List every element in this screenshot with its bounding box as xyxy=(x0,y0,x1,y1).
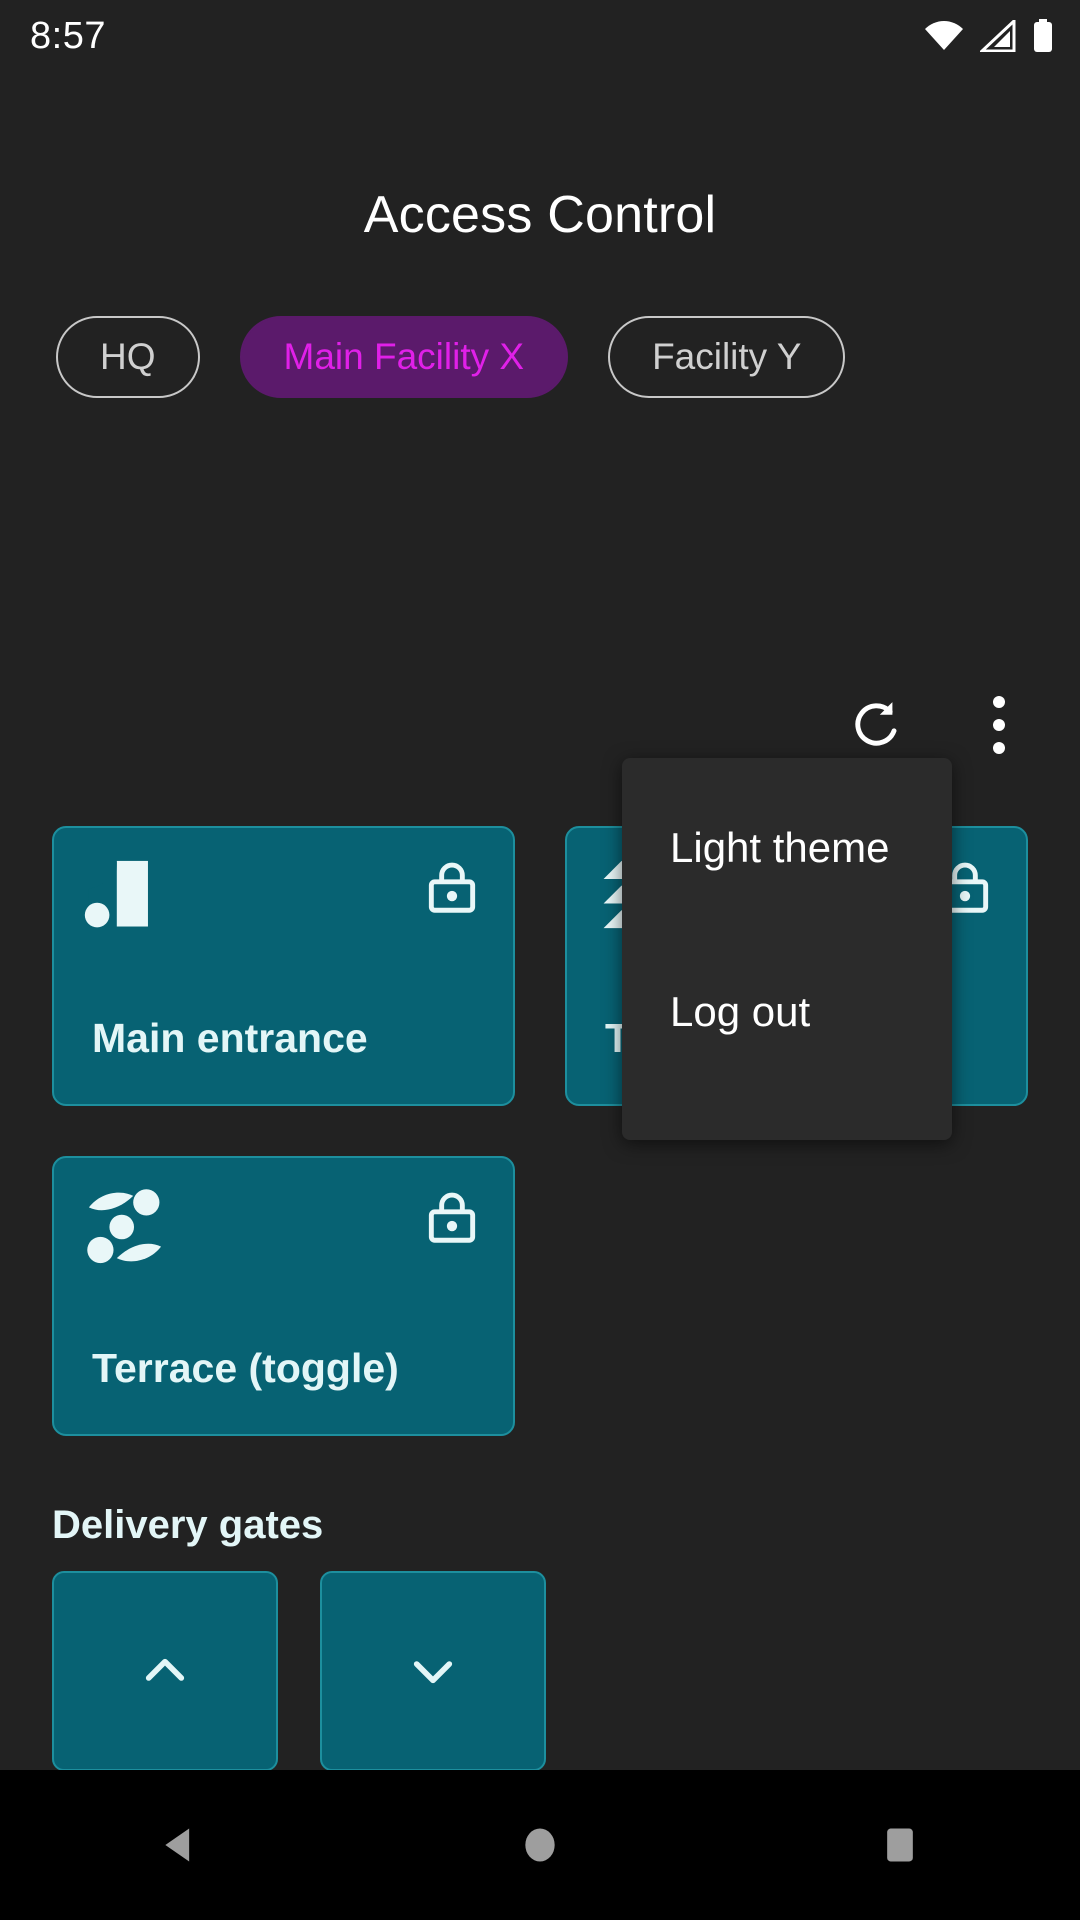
overflow-menu-button[interactable] xyxy=(962,688,1036,762)
door-card-header xyxy=(84,856,483,938)
recents-square-icon xyxy=(887,1828,913,1862)
door-glyph-1-icon xyxy=(84,860,148,928)
menu-item-log-out[interactable]: Log out xyxy=(622,930,952,1094)
cellular-signal-icon xyxy=(980,20,1016,52)
facility-chip-label: HQ xyxy=(100,336,156,377)
nav-recents-button[interactable] xyxy=(840,1785,960,1905)
refresh-button[interactable] xyxy=(840,688,914,762)
facility-chip-label: Main Facility X xyxy=(283,336,525,377)
refresh-icon xyxy=(855,702,897,746)
status-icons xyxy=(924,19,1054,53)
back-triangle-icon xyxy=(165,1828,190,1862)
gate-close-button[interactable] xyxy=(320,1571,546,1771)
door-card-terrace-toggle[interactable]: Terrace (toggle) xyxy=(52,1156,515,1436)
status-bar: 8:57 xyxy=(0,0,1080,72)
door-card-header xyxy=(84,1186,483,1268)
nav-home-button[interactable] xyxy=(480,1785,600,1905)
battery-icon xyxy=(1034,19,1052,52)
door-card-label: Main entrance xyxy=(92,1015,368,1061)
page-title: Access Control xyxy=(363,186,717,244)
delivery-gates-row xyxy=(52,1571,546,1771)
app-screen: 8:57 Access Control HQ Main Facility X F… xyxy=(0,0,1080,1920)
wifi-icon xyxy=(925,21,963,50)
home-circle-icon xyxy=(525,1828,555,1862)
menu-item-label: Light theme xyxy=(670,824,890,871)
facility-chip-facility-y[interactable]: Facility Y xyxy=(608,316,846,398)
facility-chip-hq[interactable]: HQ xyxy=(56,316,200,398)
lock-closed-icon xyxy=(428,1192,476,1243)
door-glyph-3-icon xyxy=(87,1189,162,1264)
menu-item-label: Log out xyxy=(670,988,811,1035)
android-nav-bar xyxy=(0,1770,1080,1920)
action-row xyxy=(0,688,1080,762)
gate-open-button[interactable] xyxy=(52,1571,278,1771)
menu-item-light-theme[interactable]: Light theme xyxy=(622,766,952,930)
chevron-down-icon xyxy=(413,1661,453,1684)
facility-chip-main-facility-x[interactable]: Main Facility X xyxy=(239,316,569,398)
chevron-up-icon xyxy=(145,1658,185,1681)
overflow-menu-popup: Light theme Log out xyxy=(622,758,952,1140)
nav-back-button[interactable] xyxy=(120,1785,240,1905)
facility-chip-row: HQ Main Facility X Facility Y xyxy=(0,316,1080,398)
door-card-label: Terrace (toggle) xyxy=(92,1345,399,1391)
door-card-main-entrance[interactable]: Main entrance xyxy=(52,826,515,1106)
more-vertical-icon xyxy=(993,696,1005,754)
facility-chip-label: Facility Y xyxy=(652,336,802,377)
lock-closed-icon xyxy=(428,862,476,913)
delivery-gates-heading: Delivery gates xyxy=(52,1503,324,1547)
status-time: 8:57 xyxy=(30,14,106,57)
